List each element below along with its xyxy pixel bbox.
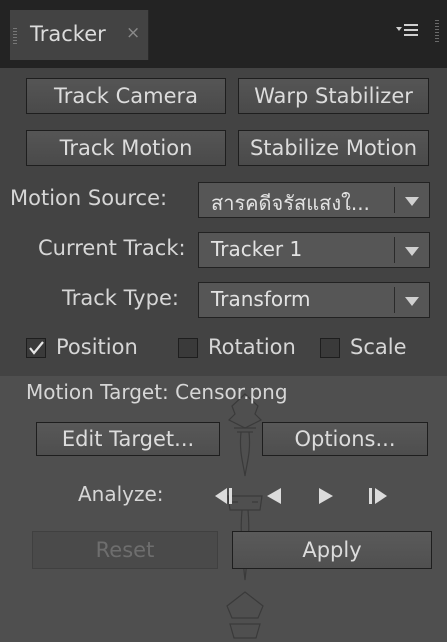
analyze-backward-icon[interactable] [263, 486, 287, 506]
dropdown-separator [394, 237, 395, 263]
analyze-backward-one-frame-icon[interactable] [211, 486, 235, 506]
warp-stabilizer-button[interactable]: Warp Stabilizer [238, 78, 429, 114]
analyze-forward-icon[interactable] [315, 486, 339, 506]
current-track-label: Current Track: [38, 236, 186, 260]
options-button[interactable]: Options... [262, 422, 428, 456]
tracker-panel: Tracker × Track Camera Warp Stabilizer T… [0, 0, 447, 642]
track-camera-button[interactable]: Track Camera [26, 78, 226, 114]
position-label: Position [56, 335, 138, 359]
analyze-forward-one-frame-icon[interactable] [367, 486, 391, 506]
panel-grip[interactable] [435, 20, 439, 42]
motion-target-label: Motion Target: Censor.png [26, 380, 288, 404]
panel-tab-bar: Tracker × [0, 0, 447, 68]
scale-label: Scale [350, 335, 407, 359]
dropdown-separator [394, 287, 395, 313]
panel-menu-icon[interactable] [396, 22, 418, 38]
motion-source-dropdown[interactable]: สารคดีจรัสแสงใ... [198, 182, 430, 218]
checkmark-icon [29, 341, 44, 355]
chevron-down-icon [405, 297, 419, 306]
rotation-checkbox[interactable] [178, 338, 198, 358]
track-motion-button[interactable]: Track Motion [26, 130, 226, 166]
reset-button[interactable]: Reset [32, 531, 218, 569]
apply-button[interactable]: Apply [232, 531, 432, 569]
chevron-down-icon [405, 197, 419, 206]
analyze-label: Analyze: [78, 482, 164, 506]
tab-tracker[interactable]: Tracker × [10, 10, 149, 60]
edit-target-button[interactable]: Edit Target... [36, 422, 220, 456]
scale-checkbox[interactable] [320, 338, 340, 358]
tab-title: Tracker [30, 22, 106, 46]
chevron-down-icon [405, 247, 419, 256]
dropdown-separator [394, 187, 395, 213]
track-type-value: Transform [211, 287, 311, 311]
tab-grip[interactable] [13, 28, 17, 46]
current-track-dropdown[interactable]: Tracker 1 [198, 232, 430, 268]
rotation-label: Rotation [208, 335, 296, 359]
close-icon[interactable]: × [126, 23, 140, 43]
motion-source-label: Motion Source: [10, 186, 168, 210]
current-track-value: Tracker 1 [211, 237, 303, 261]
track-type-dropdown[interactable]: Transform [198, 282, 430, 318]
motion-source-value: สารคดีจรัสแสงใ... [211, 191, 370, 215]
motion-target-section: Motion Target: Censor.png Edit Target...… [0, 376, 447, 642]
stabilize-motion-button[interactable]: Stabilize Motion [238, 130, 429, 166]
position-checkbox[interactable] [26, 338, 46, 358]
track-type-label: Track Type: [62, 286, 179, 310]
